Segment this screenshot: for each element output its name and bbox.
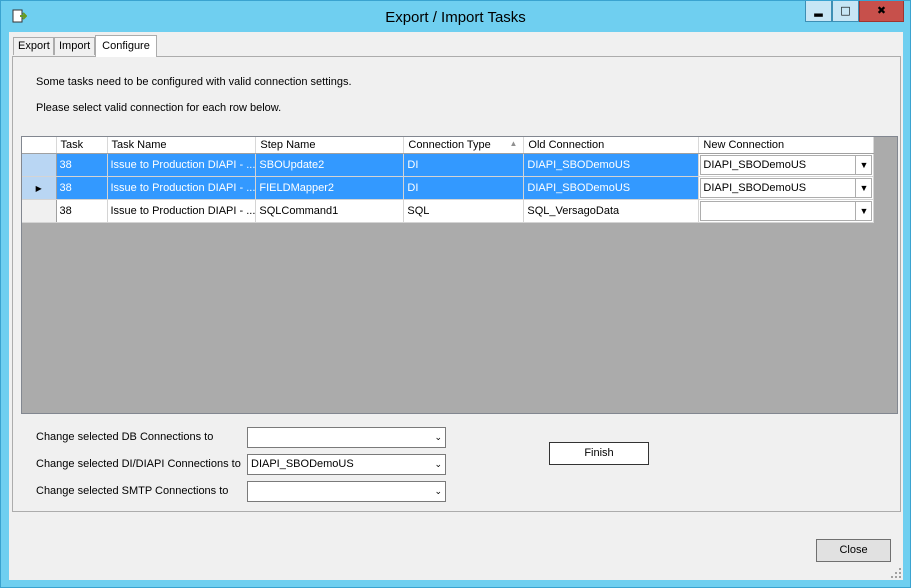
cell-step-name[interactable]: FIELDMapper2 <box>255 176 405 200</box>
new-connection-value: DIAPI_SBODemoUS <box>703 158 807 171</box>
column-header-task-name[interactable]: Task Name <box>107 137 257 154</box>
cell-connection-type[interactable]: DI <box>403 176 525 200</box>
window-title: Export / Import Tasks <box>385 9 526 26</box>
maximize-button[interactable]: □ <box>832 1 859 22</box>
info-text-2: Please select valid connection for each … <box>36 102 282 114</box>
column-header-connection-type[interactable]: Connection Type ▲ <box>403 137 525 154</box>
dialog-window: Export / Import Tasks ▂ □ ✖ Export Impor… <box>0 0 911 588</box>
di-connections-label: Change selected DI/DIAPI Connections to <box>36 458 241 470</box>
di-connections-dropdown[interactable]: DIAPI_SBODemoUS ⌄ <box>247 454 446 475</box>
sort-ascending-icon: ▲ <box>509 138 518 148</box>
chevron-down-icon[interactable]: ▼ <box>855 155 872 174</box>
db-connections-label: Change selected DB Connections to <box>36 431 214 443</box>
chevron-down-icon: ⌄ <box>434 486 442 496</box>
cell-new-connection[interactable]: DIAPI_SBODemoUS ▼ <box>698 176 875 200</box>
table-row[interactable]: 38 Issue to Production DIAPI - ... SQLCo… <box>22 199 875 223</box>
grid-header-row: Task Task Name Step Name Connection Type… <box>22 137 875 154</box>
connections-grid[interactable]: Task Task Name Step Name Connection Type… <box>21 136 898 414</box>
finish-button[interactable]: Finish <box>549 442 649 465</box>
table-row[interactable]: ▶ 38 Issue to Production DIAPI - ... FIE… <box>22 176 875 200</box>
chevron-down-icon: ⌄ <box>434 459 442 469</box>
cell-task[interactable]: 38 <box>56 199 108 223</box>
cell-old-connection[interactable]: SQL_VersagoData <box>523 199 700 223</box>
smtp-connections-dropdown[interactable]: ⌄ <box>247 481 446 502</box>
column-header-step-name[interactable]: Step Name <box>255 137 405 154</box>
row-header[interactable] <box>22 199 57 223</box>
close-window-button[interactable]: ✖ <box>859 1 904 22</box>
cell-old-connection[interactable]: DIAPI_SBODemoUS <box>523 176 700 200</box>
tab-import[interactable]: Import <box>54 37 95 55</box>
minimize-button[interactable]: ▂ <box>805 1 832 22</box>
column-header-new-connection[interactable]: New Connection <box>698 137 875 154</box>
cell-task-name[interactable]: Issue to Production DIAPI - ... <box>107 199 257 223</box>
resize-grip-icon[interactable] <box>891 568 901 578</box>
configure-panel: Some tasks need to be configured with va… <box>12 56 901 512</box>
cell-connection-type[interactable]: SQL <box>403 199 525 223</box>
table-row[interactable]: 38 Issue to Production DIAPI - ... SBOUp… <box>22 153 875 177</box>
chevron-down-icon[interactable]: ▼ <box>855 178 872 197</box>
cell-step-name[interactable]: SQLCommand1 <box>255 199 405 223</box>
cell-new-connection[interactable]: DIAPI_SBODemoUS ▼ <box>698 153 875 177</box>
client-area: Export Import Configure Some tasks need … <box>9 32 903 580</box>
di-connections-value: DIAPI_SBODemoUS <box>251 458 354 470</box>
current-row-icon: ▶ <box>35 183 42 193</box>
cell-new-connection[interactable]: ▼ <box>698 199 875 223</box>
column-header-connection-type-label: Connection Type <box>408 138 491 151</box>
cell-task-name[interactable]: Issue to Production DIAPI - ... <box>107 153 257 177</box>
chevron-down-icon[interactable]: ▼ <box>855 201 872 220</box>
new-connection-combobox[interactable]: DIAPI_SBODemoUS ▼ <box>700 154 873 175</box>
column-header-old-connection[interactable]: Old Connection <box>523 137 700 154</box>
new-connection-combobox[interactable]: DIAPI_SBODemoUS ▼ <box>700 177 873 198</box>
cell-step-name[interactable]: SBOUpdate2 <box>255 153 405 177</box>
cell-old-connection[interactable]: DIAPI_SBODemoUS <box>523 153 700 177</box>
smtp-connections-label: Change selected SMTP Connections to <box>36 485 229 497</box>
info-text-1: Some tasks need to be configured with va… <box>36 76 352 88</box>
row-header[interactable]: ▶ <box>22 176 57 200</box>
close-button[interactable]: Close <box>816 539 891 562</box>
row-header-corner <box>22 137 57 154</box>
cell-task[interactable]: 38 <box>56 153 108 177</box>
column-header-task[interactable]: Task <box>56 137 108 154</box>
db-connections-dropdown[interactable]: ⌄ <box>247 427 446 448</box>
cell-task-name[interactable]: Issue to Production DIAPI - ... <box>107 176 257 200</box>
tab-configure[interactable]: Configure <box>95 35 157 57</box>
chevron-down-icon: ⌄ <box>434 432 442 442</box>
new-connection-value: DIAPI_SBODemoUS <box>703 181 807 194</box>
cell-task[interactable]: 38 <box>56 176 108 200</box>
tab-export[interactable]: Export <box>13 37 54 55</box>
new-connection-combobox[interactable]: ▼ <box>700 200 873 221</box>
cell-connection-type[interactable]: DI <box>403 153 525 177</box>
row-header[interactable] <box>22 153 57 177</box>
title-bar[interactable]: Export / Import Tasks ▂ □ ✖ <box>1 1 910 32</box>
